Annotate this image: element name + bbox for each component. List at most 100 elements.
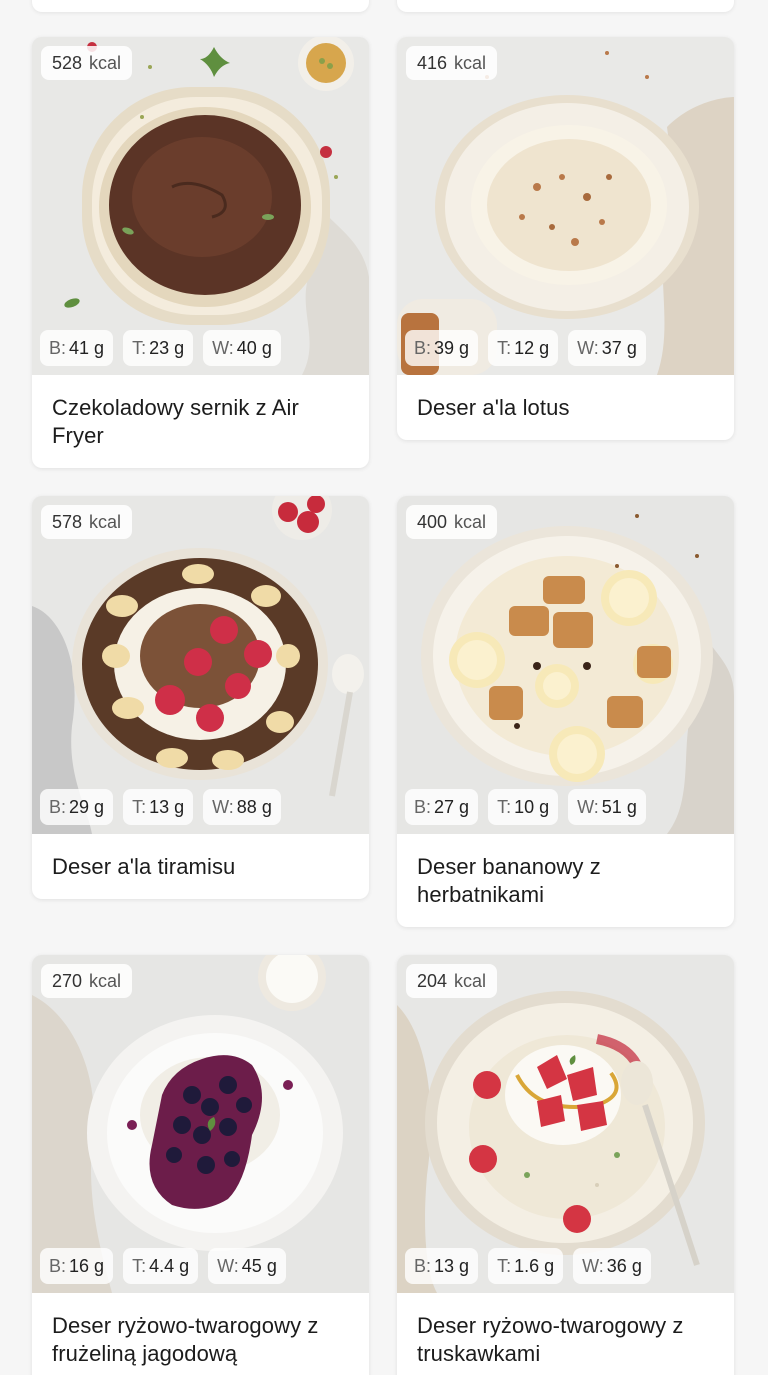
- calorie-badge: 400 kcal: [406, 505, 498, 539]
- protein-value: 39 g: [434, 337, 470, 358]
- calorie-unit: kcal: [89, 511, 122, 532]
- fat-value: 23 g: [149, 337, 185, 358]
- banana-dessert-image: [397, 496, 734, 834]
- recipe-list-viewport[interactable]: 528 kcal B: 41 g T: 23 g W: 40 g Czekola…: [0, 0, 768, 1375]
- recipe-card[interactable]: 270 kcal B: 16 g T: 4.4 g W: 45 g Deser …: [32, 955, 369, 1375]
- protein-label: B:: [49, 1255, 67, 1276]
- recipe-title[interactable]: Deser ryżowo-twarogowy z truskawkami: [397, 1293, 734, 1375]
- carbs-label: W:: [212, 796, 234, 817]
- recipe-title[interactable]: Deser a'la lotus: [397, 375, 734, 440]
- protein-badge: B: 41 g: [40, 330, 114, 366]
- fat-value: 13 g: [149, 796, 185, 817]
- recipe-photo: 416 kcal B: 39 g T: 12 g W: 37 g: [397, 37, 734, 375]
- protein-label: B:: [414, 337, 432, 358]
- carbs-label: W:: [212, 337, 234, 358]
- fat-value: 1.6 g: [514, 1255, 555, 1276]
- recipe-card[interactable]: 416 kcal B: 39 g T: 12 g W: 37 g Deser a…: [397, 37, 734, 440]
- fat-value: 12 g: [514, 337, 550, 358]
- protein-label: B:: [49, 796, 67, 817]
- macro-row: B: 41 g T: 23 g W: 40 g: [40, 330, 281, 366]
- chocolate-cheesecake-image: [32, 37, 369, 375]
- macro-row: B: 13 g T: 1.6 g W: 36 g: [405, 1248, 651, 1284]
- calorie-badge: 528 kcal: [41, 46, 133, 80]
- recipe-photo: 528 kcal B: 41 g T: 23 g W: 40 g: [32, 37, 369, 375]
- recipe-title[interactable]: Deser bananowy z herbatnikami: [397, 834, 734, 927]
- fat-badge: T: 13 g: [123, 789, 194, 825]
- recipe-title[interactable]: Czekoladowy sernik z Air Fryer: [32, 375, 369, 468]
- fat-label: T:: [132, 796, 147, 817]
- macro-row: B: 29 g T: 13 g W: 88 g: [40, 789, 281, 825]
- recipe-photo: 578 kcal B: 29 g T: 13 g W: 88 g: [32, 496, 369, 834]
- carbs-badge: W: 40 g: [203, 330, 281, 366]
- recipe-card-partial[interactable]: [397, 0, 734, 12]
- fat-badge: T: 12 g: [488, 330, 559, 366]
- calorie-unit: kcal: [454, 511, 487, 532]
- rice-blueberry-dessert-image: [32, 955, 369, 1293]
- carbs-badge: W: 45 g: [208, 1248, 286, 1284]
- fat-label: T:: [132, 1255, 147, 1276]
- carbs-value: 37 g: [601, 337, 637, 358]
- recipe-photo: 204 kcal B: 13 g T: 1.6 g W: 36 g: [397, 955, 734, 1293]
- fat-value: 10 g: [514, 796, 550, 817]
- calorie-value: 528: [52, 52, 83, 73]
- calorie-badge: 578 kcal: [41, 505, 133, 539]
- protein-value: 13 g: [434, 1255, 470, 1276]
- calorie-value: 578: [52, 511, 83, 532]
- carbs-value: 88 g: [236, 796, 272, 817]
- protein-label: B:: [414, 1255, 432, 1276]
- protein-label: B:: [49, 337, 67, 358]
- recipe-card-partial[interactable]: [32, 0, 369, 12]
- rice-strawberry-dessert-image: [397, 955, 734, 1293]
- calorie-badge: 270 kcal: [41, 964, 133, 998]
- protein-label: B:: [414, 796, 432, 817]
- recipe-photo: 270 kcal B: 16 g T: 4.4 g W: 45 g: [32, 955, 369, 1293]
- recipe-card[interactable]: 400 kcal B: 27 g T: 10 g W: 51 g Deser b…: [397, 496, 734, 927]
- calorie-value: 400: [417, 511, 448, 532]
- fat-badge: T: 23 g: [123, 330, 194, 366]
- calorie-unit: kcal: [89, 970, 122, 991]
- fat-label: T:: [132, 337, 147, 358]
- calorie-value: 416: [417, 52, 448, 73]
- recipe-card[interactable]: 578 kcal B: 29 g T: 13 g W: 88 g Deser a…: [32, 496, 369, 899]
- protein-badge: B: 16 g: [40, 1248, 114, 1284]
- carbs-label: W:: [577, 337, 599, 358]
- carbs-value: 40 g: [236, 337, 272, 358]
- recipe-title[interactable]: Deser a'la tiramisu: [32, 834, 369, 899]
- carbs-label: W:: [217, 1255, 239, 1276]
- recipe-card[interactable]: 528 kcal B: 41 g T: 23 g W: 40 g Czekola…: [32, 37, 369, 468]
- protein-badge: B: 29 g: [40, 789, 114, 825]
- protein-value: 41 g: [69, 337, 105, 358]
- carbs-value: 45 g: [241, 1255, 277, 1276]
- fat-badge: T: 1.6 g: [488, 1248, 564, 1284]
- fat-value: 4.4 g: [149, 1255, 190, 1276]
- tiramisu-dessert-image: [32, 496, 369, 834]
- protein-badge: B: 39 g: [405, 330, 479, 366]
- calorie-badge: 416 kcal: [406, 46, 498, 80]
- carbs-badge: W: 37 g: [568, 330, 646, 366]
- macro-row: B: 16 g T: 4.4 g W: 45 g: [40, 1248, 286, 1284]
- carbs-value: 36 g: [606, 1255, 642, 1276]
- calorie-badge: 204 kcal: [406, 964, 498, 998]
- macro-row: B: 27 g T: 10 g W: 51 g: [405, 789, 646, 825]
- protein-value: 29 g: [69, 796, 105, 817]
- carbs-label: W:: [577, 796, 599, 817]
- fat-label: T:: [497, 337, 512, 358]
- fat-badge: T: 10 g: [488, 789, 559, 825]
- protein-badge: B: 13 g: [405, 1248, 479, 1284]
- recipe-card[interactable]: 204 kcal B: 13 g T: 1.6 g W: 36 g Deser …: [397, 955, 734, 1375]
- fat-badge: T: 4.4 g: [123, 1248, 199, 1284]
- calorie-unit: kcal: [454, 52, 487, 73]
- carbs-value: 51 g: [601, 796, 637, 817]
- calorie-value: 204: [417, 970, 448, 991]
- recipe-title[interactable]: Deser ryżowo-twarogowy z frużeliną jagod…: [32, 1293, 369, 1375]
- fat-label: T:: [497, 796, 512, 817]
- recipe-photo: 400 kcal B: 27 g T: 10 g W: 51 g: [397, 496, 734, 834]
- calorie-value: 270: [52, 970, 83, 991]
- carbs-badge: W: 88 g: [203, 789, 281, 825]
- macro-row: B: 39 g T: 12 g W: 37 g: [405, 330, 646, 366]
- calorie-unit: kcal: [454, 970, 487, 991]
- protein-value: 27 g: [434, 796, 470, 817]
- calorie-unit: kcal: [89, 52, 122, 73]
- carbs-badge: W: 36 g: [573, 1248, 651, 1284]
- lotus-dessert-image: [397, 37, 734, 375]
